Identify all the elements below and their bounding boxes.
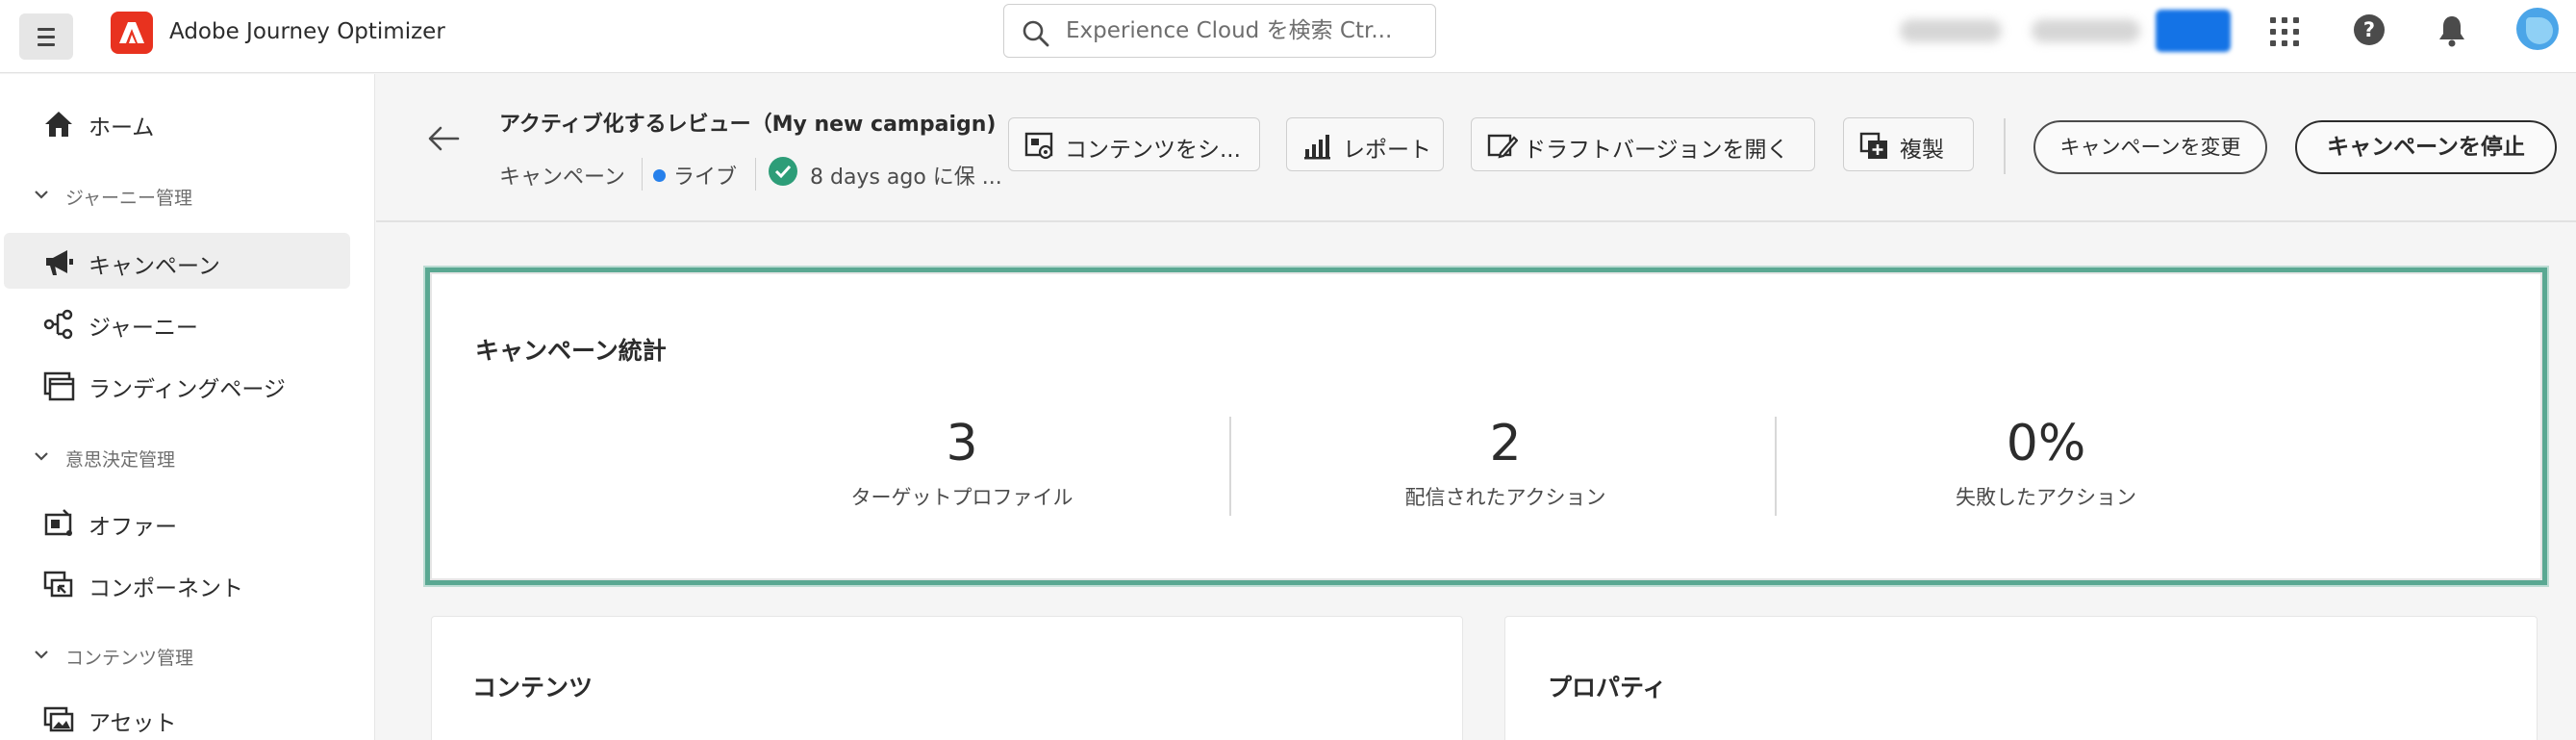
campaign-header: アクティブ化するレビュー（My new campaign) キャンペーン ライブ… xyxy=(376,74,2576,222)
landing-page-icon xyxy=(43,371,75,401)
home-icon xyxy=(45,112,72,137)
adobe-logo-icon xyxy=(119,22,144,43)
sidebar-item-label: ランディングページ xyxy=(88,377,286,402)
stat-value: 0% xyxy=(2006,415,2086,472)
properties-card: プロパティ xyxy=(1504,616,2538,740)
search-input[interactable] xyxy=(1066,14,1422,47)
help-icon[interactable]: ? xyxy=(2354,14,2385,45)
stat-label: 配信されたアクション xyxy=(1404,486,1606,509)
search-icon xyxy=(1023,20,1049,47)
sidebar-group-label: コンテンツ管理 xyxy=(65,648,194,669)
campaign-statistics-card: キャンペーン統計 3 ターゲットプロファイル 2 配信されたアクション 0% 失… xyxy=(425,268,2547,585)
sidebar-item-label: オファー xyxy=(88,515,177,540)
sidebar-item-label: ジャーニー xyxy=(88,316,198,341)
user-avatar[interactable] xyxy=(2516,8,2559,50)
blurred-org-switcher[interactable] xyxy=(1900,19,2002,42)
asset-icon xyxy=(43,706,74,732)
content-card: コンテンツ xyxy=(431,616,1463,740)
sidebar-item-campaigns[interactable]: キャンペーン xyxy=(4,233,350,289)
sidebar: ホーム ジャーニー管理 キャンペーン ジャーニー ランディングページ 意思決定管… xyxy=(0,74,375,740)
sidebar-item-journeys[interactable]: ジャーニー xyxy=(4,294,350,350)
preview-icon xyxy=(1024,132,1053,160)
hamburger-icon xyxy=(38,27,55,31)
top-bar: Adobe Journey Optimizer ? xyxy=(0,0,2576,73)
saved-timestamp: 8 days ago に保 ... xyxy=(810,166,1002,190)
open-draft-button[interactable]: ドラフトバージョンを開く xyxy=(1471,117,1815,171)
stat-value: 3 xyxy=(946,415,978,472)
app-title: Adobe Journey Optimizer xyxy=(169,19,445,44)
journey-icon xyxy=(43,309,73,340)
live-status-dot xyxy=(653,169,666,182)
campaign-title: アクティブ化するレビュー（My new campaign) xyxy=(499,113,997,137)
stat-failed-actions: 0% 失敗したアクション xyxy=(1774,415,2318,511)
saved-check-icon xyxy=(769,157,797,186)
sidebar-group-label: ジャーニー管理 xyxy=(65,188,193,209)
edit-draft-icon xyxy=(1487,134,1518,159)
stop-campaign-button[interactable]: キャンペーンを停止 xyxy=(2295,120,2557,174)
duplicate-icon xyxy=(1859,132,1887,159)
component-icon xyxy=(43,571,73,598)
chevron-down-icon xyxy=(35,651,48,659)
stat-target-profiles: 3 ターゲットプロファイル xyxy=(690,415,1234,511)
global-search[interactable] xyxy=(1003,4,1436,58)
sidebar-item-home[interactable]: ホーム xyxy=(4,94,350,150)
megaphone-icon xyxy=(46,250,73,275)
stat-label: 失敗したアクション xyxy=(1956,486,2136,509)
card-title: プロパティ xyxy=(1548,674,1667,702)
menu-toggle-button[interactable] xyxy=(19,13,73,60)
card-title: キャンペーン統計 xyxy=(475,337,667,365)
modify-campaign-button[interactable]: キャンペーンを変更 xyxy=(2033,120,2267,174)
sidebar-item-label: ホーム xyxy=(88,115,155,140)
notification-bell-icon[interactable] xyxy=(2436,13,2468,48)
sidebar-item-label: キャンペーン xyxy=(88,254,220,279)
chevron-down-icon xyxy=(35,191,48,199)
sidebar-item-landing-pages[interactable]: ランディングページ xyxy=(4,356,350,412)
blurred-sandbox-switcher[interactable] xyxy=(2032,19,2140,42)
stat-label: ターゲットプロファイル xyxy=(850,486,1073,509)
app-switcher-icon[interactable] xyxy=(2270,17,2299,46)
back-arrow-icon[interactable] xyxy=(426,124,461,153)
sidebar-group-label: 意思決定管理 xyxy=(65,449,176,471)
blurred-environment-badge[interactable] xyxy=(2156,10,2231,52)
stat-delivered-actions: 2 配信されたアクション xyxy=(1233,415,1778,511)
stat-value: 2 xyxy=(1489,415,1522,472)
content-simulate-button[interactable]: コンテンツをシ... xyxy=(1008,117,1260,171)
sidebar-item-assets[interactable]: アセット xyxy=(4,690,350,740)
sidebar-item-label: アセット xyxy=(88,711,177,736)
sidebar-item-components[interactable]: コンポーネント xyxy=(4,555,350,611)
chevron-down-icon xyxy=(35,452,48,461)
offer-icon xyxy=(44,509,72,536)
campaign-type: キャンペーン xyxy=(499,166,625,190)
report-button[interactable]: レポート xyxy=(1286,117,1444,171)
duplicate-button[interactable]: 複製 xyxy=(1843,117,1974,171)
sidebar-item-label: コンポーネント xyxy=(88,576,243,601)
sidebar-item-offers[interactable]: オファー xyxy=(4,494,350,549)
bar-chart-icon xyxy=(1304,135,1330,160)
card-title: コンテンツ xyxy=(472,674,593,702)
adobe-logo[interactable] xyxy=(111,12,153,54)
status-badge: ライブ xyxy=(653,160,737,191)
